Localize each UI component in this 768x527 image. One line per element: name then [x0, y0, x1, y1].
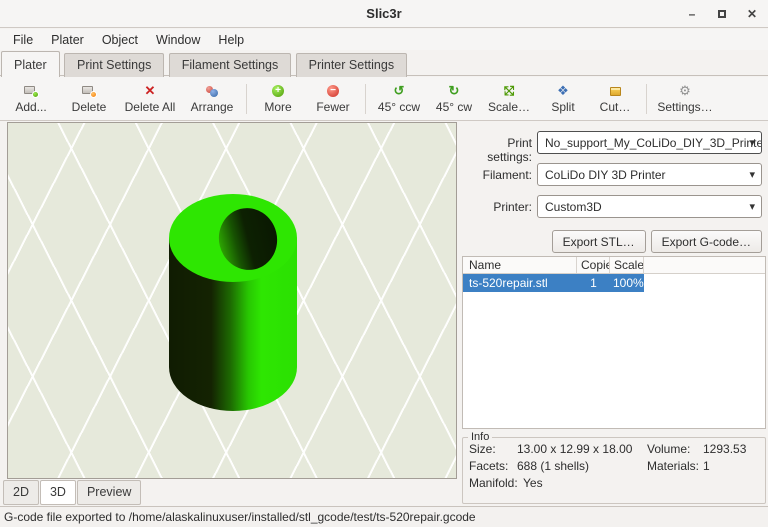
filament-row: Filament: CoLiDo DIY 3D Printer ▾ — [460, 163, 768, 186]
maximize-icon[interactable] — [714, 6, 730, 22]
size-value: 13.00 x 12.99 x 18.00 — [517, 441, 647, 458]
size-label: Size: — [469, 441, 517, 458]
printer-select[interactable]: Custom3D ▾ — [537, 195, 762, 218]
menu-plater[interactable]: Plater — [42, 31, 93, 49]
printer-label: Printer: — [460, 200, 532, 214]
table-row[interactable]: ts-520repair.stl 1 100% — [463, 274, 644, 292]
info-legend: Info — [468, 431, 492, 443]
gear-icon: ⚙ — [677, 83, 693, 99]
tab-print-settings[interactable]: Print Settings — [64, 53, 164, 77]
rotate-ccw-button[interactable]: ↺ 45° ccw — [370, 83, 428, 114]
arrange-icon — [204, 83, 220, 99]
split-button[interactable]: ❖ Split — [538, 83, 588, 114]
tab-2d[interactable]: 2D — [3, 480, 39, 505]
filament-label: Filament: — [460, 168, 532, 182]
column-scale[interactable]: Scale — [610, 257, 644, 273]
rotate-cw-button[interactable]: ↻ 45° cw — [428, 83, 480, 114]
column-name[interactable]: Name — [463, 257, 577, 273]
fewer-icon: − — [325, 83, 341, 99]
right-panel: Print settings: No_support_My_CoLiDo_DIY… — [460, 121, 768, 506]
maximize-box-glyph — [718, 10, 726, 18]
add-icon — [23, 83, 39, 99]
cell-scale: 100% — [610, 276, 644, 290]
manifold-label: Manifold: — [469, 475, 523, 492]
volume-value: 1293.53 — [703, 441, 759, 458]
scale-button[interactable]: ⤡⤢ Scale… — [480, 83, 538, 114]
manifold-value: Yes — [523, 475, 543, 492]
volume-label: Volume: — [647, 441, 703, 458]
status-message: G-code file exported to /home/alaskalinu… — [4, 510, 476, 524]
toolbar: Add... Delete ✕ Delete All Arrange + Mor… — [0, 77, 768, 121]
more-icon: + — [270, 83, 286, 99]
cut-button[interactable]: Cut… — [588, 83, 642, 114]
materials-label: Materials: — [647, 458, 703, 475]
object-table: Name Copies Scale ts-520repair.stl 1 100… — [462, 256, 766, 429]
fewer-button[interactable]: − Fewer — [305, 83, 361, 114]
menu-object[interactable]: Object — [93, 31, 147, 49]
scale-icon: ⤡⤢ — [501, 83, 517, 99]
main-tabbar: Plater Print Settings Filament Settings … — [0, 50, 768, 76]
rotate-ccw-icon: ↺ — [391, 83, 407, 99]
delete-icon — [81, 83, 97, 99]
cut-icon — [607, 83, 623, 99]
info-row-facets-materials: Facets: 688 (1 shells) Materials: 1 — [469, 458, 759, 475]
chevron-down-icon: ▾ — [749, 200, 755, 213]
viewport-3d[interactable] — [7, 122, 457, 479]
printer-row: Printer: Custom3D ▾ — [460, 195, 768, 218]
statusbar: G-code file exported to /home/alaskalinu… — [0, 506, 768, 527]
cell-copies: 1 — [577, 276, 610, 290]
object-table-header: Name Copies Scale — [463, 257, 765, 274]
facets-label: Facets: — [469, 458, 517, 475]
menu-file[interactable]: File — [4, 31, 42, 49]
view-tabbar: 2D 3D Preview — [3, 480, 142, 505]
delete-button[interactable]: Delete — [60, 83, 118, 114]
info-row-size-volume: Size: 13.00 x 12.99 x 18.00 Volume: 1293… — [469, 441, 759, 458]
menu-window[interactable]: Window — [147, 31, 209, 49]
info-row-manifold: Manifold: Yes — [469, 475, 759, 492]
arrange-button[interactable]: Arrange — [182, 83, 242, 114]
delete-all-icon: ✕ — [142, 83, 158, 99]
model-cylinder[interactable] — [169, 194, 297, 411]
window-title: Slic3r — [0, 6, 768, 21]
menubar: File Plater Object Window Help — [0, 29, 768, 50]
menu-help[interactable]: Help — [209, 31, 253, 49]
tab-plater[interactable]: Plater — [1, 51, 60, 77]
export-gcode-button[interactable]: Export G-code… — [651, 230, 762, 253]
tab-filament-settings[interactable]: Filament Settings — [169, 53, 292, 77]
settings-button[interactable]: ⚙ Settings… — [651, 83, 719, 114]
titlebar: Slic3r – ✕ — [0, 0, 768, 28]
slic3r-window: Slic3r – ✕ File Plater Object Window Hel… — [0, 0, 768, 527]
printer-value: Custom3D — [545, 200, 602, 214]
window-controls: – ✕ — [684, 0, 760, 28]
materials-value: 1 — [703, 458, 759, 475]
export-buttons: Export STL… Export G-code… — [460, 230, 762, 253]
toolbar-separator — [646, 84, 647, 114]
chevron-down-icon: ▾ — [749, 136, 755, 149]
more-button[interactable]: + More — [251, 83, 305, 114]
filament-value: CoLiDo DIY 3D Printer — [545, 168, 666, 182]
info-panel: Info Size: 13.00 x 12.99 x 18.00 Volume:… — [462, 437, 766, 504]
chevron-down-icon: ▾ — [749, 168, 755, 181]
minimize-icon[interactable]: – — [684, 6, 700, 22]
facets-value: 688 (1 shells) — [517, 458, 647, 475]
print-settings-value: No_support_My_CoLiDo_DIY_3D_Printer — [545, 136, 762, 150]
toolbar-separator — [246, 84, 247, 114]
export-stl-button[interactable]: Export STL… — [552, 230, 646, 253]
print-settings-label: Print settings: — [460, 136, 532, 164]
print-settings-row: Print settings: No_support_My_CoLiDo_DIY… — [460, 131, 768, 154]
rotate-cw-icon: ↻ — [446, 83, 462, 99]
delete-all-button[interactable]: ✕ Delete All — [118, 83, 182, 114]
print-settings-select[interactable]: No_support_My_CoLiDo_DIY_3D_Printer ▾ — [537, 131, 762, 154]
toolbar-separator — [365, 84, 366, 114]
filament-select[interactable]: CoLiDo DIY 3D Printer ▾ — [537, 163, 762, 186]
column-copies[interactable]: Copies — [577, 257, 610, 273]
cell-name: ts-520repair.stl — [463, 276, 577, 290]
add-button[interactable]: Add... — [2, 83, 60, 114]
model-canvas[interactable] — [8, 123, 457, 479]
close-icon[interactable]: ✕ — [744, 6, 760, 22]
split-icon: ❖ — [555, 83, 571, 99]
tab-preview[interactable]: Preview — [77, 480, 141, 505]
tab-3d[interactable]: 3D — [40, 480, 76, 505]
tab-printer-settings[interactable]: Printer Settings — [296, 53, 407, 77]
